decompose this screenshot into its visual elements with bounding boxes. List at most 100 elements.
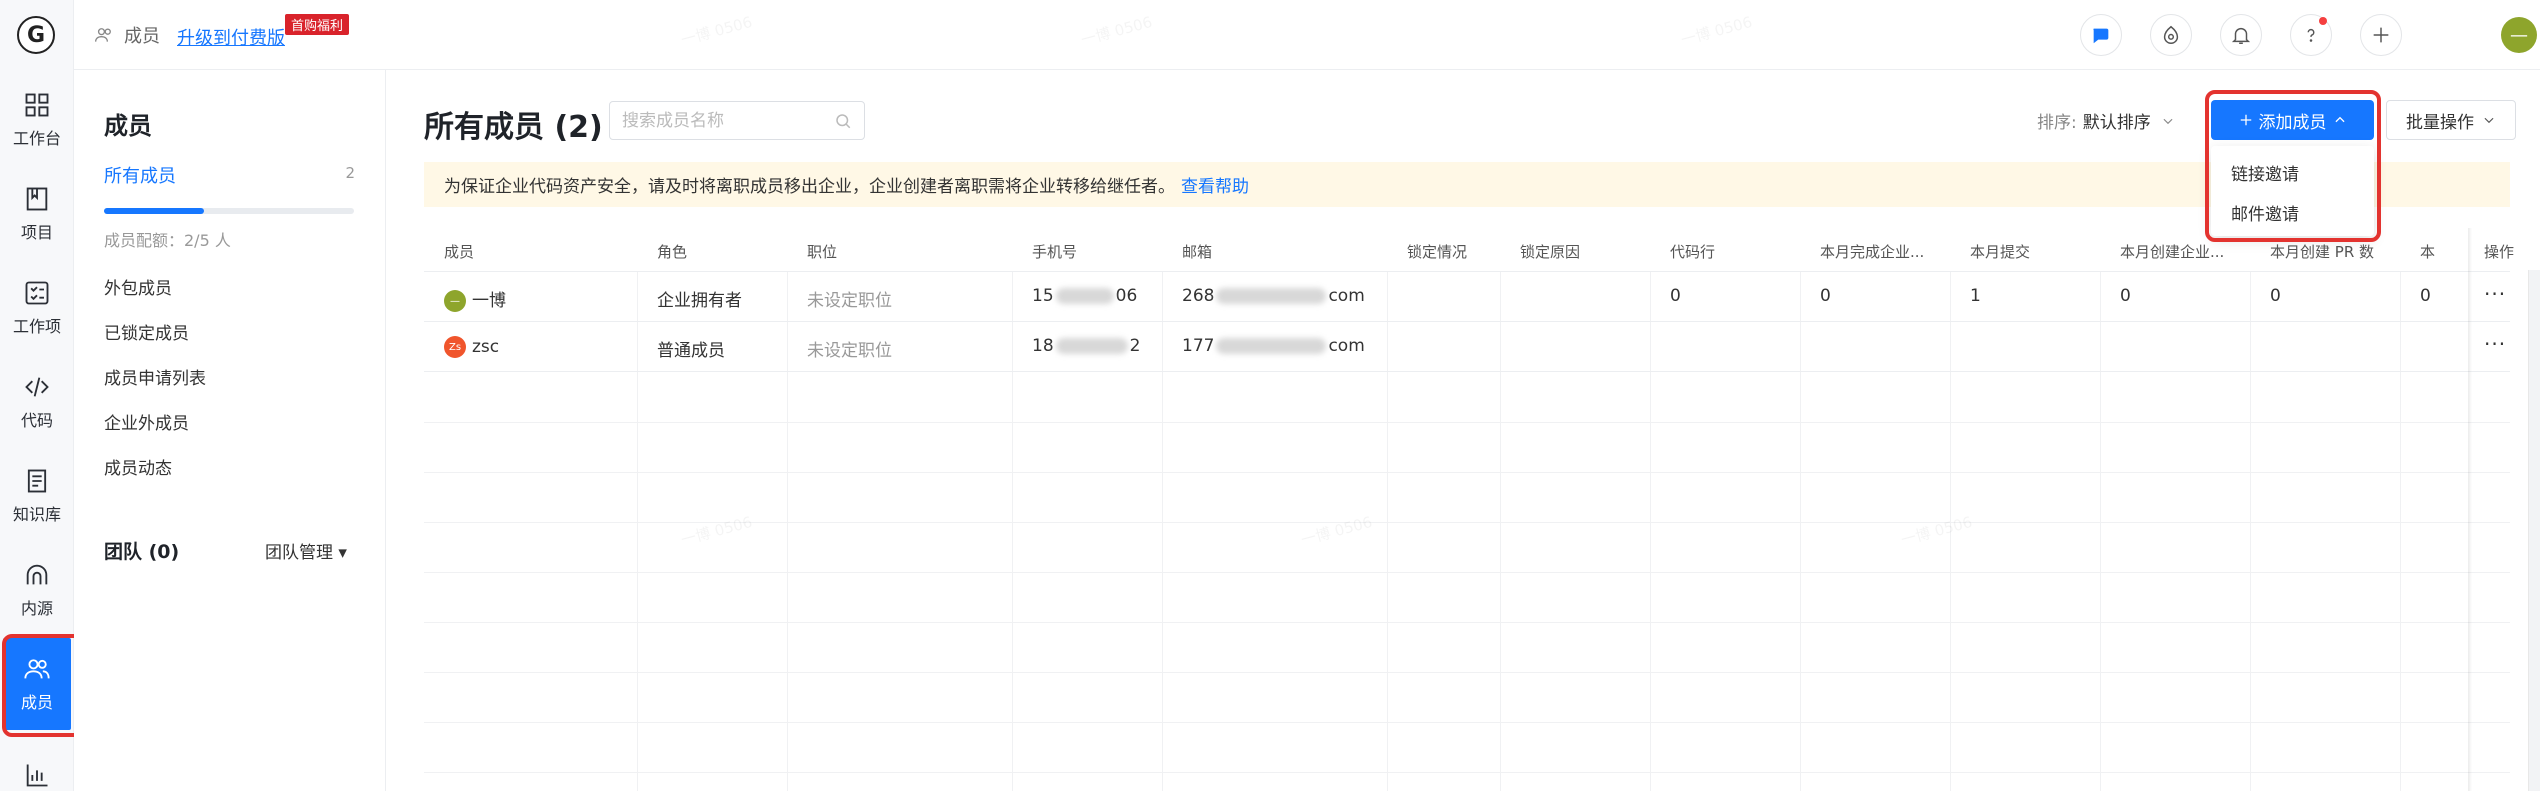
- redacted-mask: [1216, 338, 1327, 354]
- column-header: 本月创建 PR 数: [2270, 243, 2375, 261]
- user-avatar[interactable]: —: [2501, 17, 2537, 53]
- member-name: 一博: [472, 291, 506, 311]
- assistant-button[interactable]: [2150, 14, 2192, 56]
- phone-suffix: 2: [1129, 336, 1141, 356]
- more-actions-button[interactable]: ···: [2484, 332, 2506, 356]
- promo-badge: 首购福利: [285, 14, 350, 35]
- position-cell[interactable]: 未设定职位: [807, 336, 892, 361]
- rail-item-members[interactable]: 成员: [3, 638, 71, 730]
- column-header: 成员: [444, 243, 475, 261]
- rail-item-knowledge[interactable]: 知识库: [3, 450, 71, 542]
- quota-progress: [104, 208, 354, 214]
- phone-cell: 15 06: [1032, 286, 1137, 306]
- email-suffix: com: [1328, 286, 1365, 306]
- column-header: 代码行: [1670, 243, 1716, 261]
- add-member-button[interactable]: 添加成员: [2211, 100, 2374, 140]
- search-input[interactable]: [622, 110, 822, 131]
- upgrade-link[interactable]: 升级到付费版: [177, 24, 285, 50]
- sidebar-item-outsourced[interactable]: 外包成员: [104, 274, 172, 299]
- project-icon: [26, 187, 48, 211]
- app-logo[interactable]: G: [17, 16, 55, 54]
- empty-row-divider: [424, 622, 2510, 623]
- column-header: 锁定原因: [1520, 243, 1581, 261]
- question-icon: [2307, 28, 2315, 42]
- more-actions-button[interactable]: ···: [2484, 282, 2506, 306]
- avatar: Zs: [444, 336, 466, 358]
- phone-prefix: 18: [1032, 336, 1054, 356]
- redacted-mask: [1055, 338, 1128, 354]
- all-members-count: 2: [345, 164, 355, 182]
- search-box[interactable]: [609, 101, 865, 140]
- redacted-mask: [1055, 288, 1114, 304]
- nav-rail: G 工作台 项目 工作项 代码 知识库 内源 成员: [0, 0, 74, 791]
- email-prefix: 268: [1182, 286, 1215, 306]
- sidebar-title: 成员: [104, 112, 152, 140]
- table-row[interactable]: — 一博 企业拥有者 未设定职位 15 06 268 com 0 0 1 0 0 0 …: [424, 272, 2510, 322]
- rail-item-stats[interactable]: [3, 732, 71, 791]
- phone-cell: 18 2: [1032, 336, 1140, 356]
- chat-icon: [2093, 28, 2109, 44]
- table-row[interactable]: Zs zsc 普通成员 未设定职位 18 2 177 com ···: [424, 322, 2510, 372]
- help-button[interactable]: [2290, 14, 2332, 56]
- sidebar-item-applications[interactable]: 成员申请列表: [104, 364, 206, 389]
- email-cell: 268 com: [1182, 286, 1365, 306]
- stats-icon: [26, 764, 48, 787]
- phone-suffix: 06: [1115, 286, 1138, 306]
- empty-row-divider: [424, 572, 2510, 573]
- rail-label: 代码: [20, 411, 53, 430]
- team-title: 团队 (0): [104, 541, 180, 563]
- sidebar-item-locked[interactable]: 已锁定成员: [104, 319, 189, 344]
- sidebar-item-activity[interactable]: 成员动态: [104, 454, 172, 479]
- chevron-up-icon: [2334, 116, 2345, 123]
- rail-item-code[interactable]: 代码: [3, 356, 71, 448]
- member-cell[interactable]: Zs zsc: [444, 336, 499, 358]
- rail-item-dashboard[interactable]: 工作台: [3, 74, 71, 166]
- pr-cell: 0: [2270, 286, 2281, 306]
- empty-row-divider: [424, 722, 2510, 723]
- chat-button[interactable]: [2080, 14, 2122, 56]
- rail-item-project[interactable]: 项目: [3, 168, 71, 260]
- rail-item-innersource[interactable]: 内源: [3, 544, 71, 636]
- code-icon: [25, 377, 49, 397]
- quota-progress-fill: [104, 208, 204, 214]
- email-cell: 177 com: [1182, 336, 1365, 356]
- innersource-icon: [26, 564, 48, 585]
- add-member-label: 添加成员: [2258, 112, 2327, 133]
- vertical-scrollbar[interactable]: [2528, 270, 2540, 791]
- rail-label: 工作台: [12, 129, 61, 148]
- create-button[interactable]: [2360, 14, 2402, 56]
- sort-dropdown[interactable]: 排序: 默认排序: [2037, 108, 2175, 133]
- help-link[interactable]: 查看帮助: [1181, 172, 1249, 197]
- sidebar-item-external[interactable]: 企业外成员: [104, 409, 189, 434]
- members-icon: [24, 659, 50, 679]
- commits-cell: 1: [1970, 286, 1981, 306]
- column-header: 锁定情况: [1407, 243, 1468, 261]
- breadcrumb[interactable]: 成员: [94, 22, 160, 48]
- members-table: 成员 角色 职位 手机号 邮箱 锁定情况 锁定原因 代码行 本月完成企业... …: [424, 228, 2514, 791]
- main-content: 所有成员 (2) 排序: 默认排序 添加成员 批量操作 为保证企业代码资产安全，…: [387, 70, 2540, 791]
- role-cell: 普通成员: [657, 341, 725, 361]
- position-cell[interactable]: 未设定职位: [807, 286, 892, 311]
- batch-operation-button[interactable]: 批量操作: [2386, 100, 2516, 140]
- quota-text: 成员配额：2/5 人: [104, 231, 231, 250]
- notice-text: 为保证企业代码资产安全，请及时将离职成员移出企业，企业创建者离职需将企业转移给继…: [444, 177, 1175, 197]
- members-sidebar: 成员 所有成员 2 成员配额：2/5 人 外包成员 已锁定成员 成员申请列表 企…: [74, 70, 386, 791]
- column-header: 本月完成企业...: [1820, 243, 1925, 261]
- rail-label: 工作项: [12, 317, 61, 336]
- batch-label: 批量操作: [2406, 112, 2474, 133]
- unread-dot: [2319, 17, 2327, 25]
- member-cell[interactable]: — 一博: [444, 286, 506, 312]
- email-suffix: com: [1328, 336, 1365, 356]
- notification-button[interactable]: [2220, 14, 2262, 56]
- team-manage-dropdown[interactable]: 团队管理 ▾: [265, 538, 347, 563]
- email-invite-option[interactable]: 邮件邀请: [2231, 200, 2299, 225]
- top-bar: 成员 升级到付费版 首购福利 —: [74, 0, 2540, 70]
- assistant-icon: [2163, 25, 2179, 44]
- sort-label: 排序:: [2037, 113, 2077, 133]
- rail-item-workitem[interactable]: 工作项: [3, 262, 71, 354]
- link-invite-option[interactable]: 链接邀请: [2231, 160, 2299, 185]
- fixed-column-shadow: [2468, 228, 2472, 791]
- completed-cell: 0: [1820, 286, 1831, 306]
- role-cell: 企业拥有者: [657, 291, 742, 311]
- sidebar-item-all-members[interactable]: 所有成员: [104, 162, 176, 188]
